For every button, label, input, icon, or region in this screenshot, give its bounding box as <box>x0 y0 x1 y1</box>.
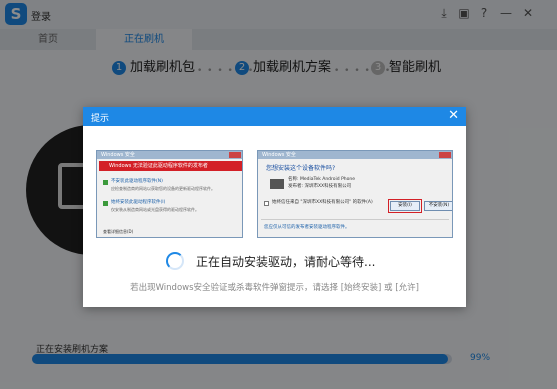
window-titlebar: Windows 安全 <box>97 151 242 159</box>
option-always-install: 始终安装此驱动程序软件(I) <box>111 200 166 205</box>
dialog-header: 提示 ✕ <box>83 107 466 126</box>
footer-note: 您应仅从可信的发布者安装驱动程序软件。 <box>264 225 350 230</box>
publisher: 发布者: 深圳市XX科技有限公司 <box>288 184 352 189</box>
security-screenshot-2: Windows 安全 您想安装这个设备软件吗? 名称: MediaTek And… <box>257 150 453 238</box>
divider <box>261 219 449 220</box>
security-screenshot-1: Windows 安全 Windows 无法验证此驱动程序软件的发布者 不安装此驱… <box>96 150 243 238</box>
option-dont-install-sub: 应检查制造商的网站以获取您的设备的更新驱动程序软件。 <box>111 186 215 191</box>
security-hint: 若出现Windows安全验证或杀毒软件弹窗提示，请选择 [始终安装] 或 [允许… <box>130 283 419 293</box>
install-question: 您想安装这个设备软件吗? <box>266 165 336 172</box>
warning-text: Windows 无法验证此驱动程序软件的发布者 <box>109 163 208 169</box>
arrow-icon <box>103 180 108 185</box>
close-icon[interactable]: ✕ <box>448 109 459 123</box>
dont-install-button: 不安装(N) <box>424 201 452 211</box>
arrow-icon <box>103 201 108 206</box>
window-title: Windows 安全 <box>262 152 296 158</box>
dialog-title: 提示 <box>91 114 110 124</box>
close-icon <box>439 152 451 158</box>
highlight-box <box>388 199 422 213</box>
option-always-install-sub: 仅安装从制造商网站或光盘获得的驱动程序软件。 <box>111 207 199 212</box>
details-link: 查看详细信息(D) <box>103 229 134 234</box>
close-icon <box>229 152 241 158</box>
trust-checkbox-label: 始终信任来自 "深圳市XX科技有限公司" 的软件(A) <box>272 200 373 205</box>
window-title: Windows 安全 <box>101 152 135 158</box>
tip-dialog: 提示 ✕ Windows 安全 Windows 无法验证此驱动程序软件的发布者 … <box>83 107 466 307</box>
installing-status: 正在自动安装驱动，请耐心等待... <box>196 255 376 269</box>
device-name: 名称: MediaTek Android Phone <box>288 177 356 182</box>
loading-spinner-icon <box>166 252 184 270</box>
trust-checkbox <box>264 201 269 206</box>
device-icon <box>270 179 284 189</box>
window-titlebar: Windows 安全 <box>258 151 452 159</box>
option-dont-install: 不安装此驱动程序软件(N) <box>111 179 163 184</box>
